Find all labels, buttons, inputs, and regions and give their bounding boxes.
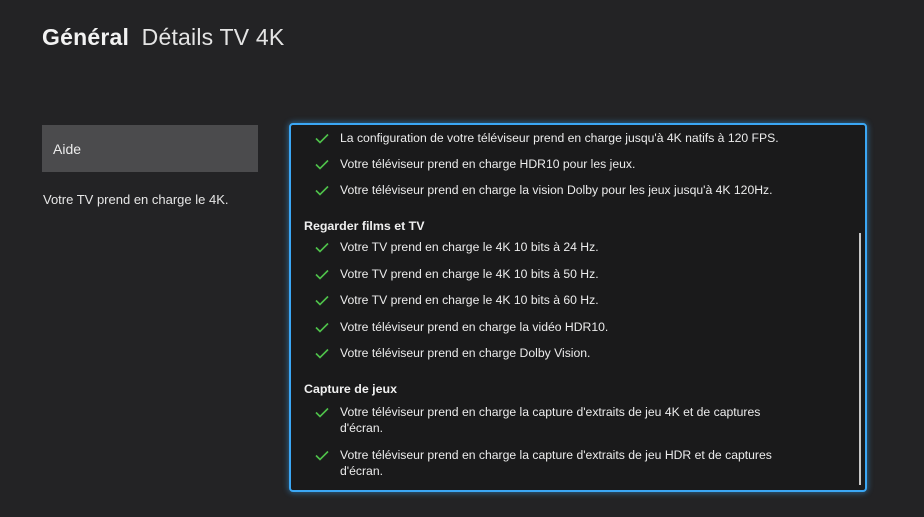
check-icon [315,345,329,361]
details-panel[interactable]: La configuration de votre téléviseur pre… [289,123,867,492]
list-item-text: Votre TV prend en charge le 4K 10 bits à… [340,240,599,254]
list-item-text: Votre téléviseur prend en charge la capt… [340,405,761,435]
check-icon [315,239,329,255]
scrollbar[interactable] [859,233,861,485]
list-item-text: Votre téléviseur prend en charge Dolby V… [340,346,591,360]
list-item: La configuration de votre téléviseur pre… [315,130,805,146]
check-icon [315,404,329,420]
list-item: Votre TV prend en charge le 4K 10 bits à… [315,266,805,282]
section-heading: Capture de jeux [304,382,397,396]
list-item: Votre téléviseur prend en charge la capt… [315,404,805,436]
list-item-text: Votre téléviseur prend en charge HDR10 p… [340,157,636,171]
check-icon [315,130,329,146]
check-icon [315,182,329,198]
list-item-text: La configuration de votre téléviseur pre… [340,131,779,145]
section-title: Général [42,24,130,50]
page-title: Détails TV 4K [141,24,285,50]
list-item-text: Votre téléviseur prend en charge la vidé… [340,320,609,334]
check-icon [315,156,329,172]
page-header: Général Détails TV 4K [42,24,284,51]
list-item-text: Votre téléviseur prend en charge la visi… [340,183,773,197]
check-icon [315,319,329,335]
help-button[interactable]: Aide [42,125,258,172]
check-icon [315,447,329,463]
tv-support-description: Votre TV prend en charge le 4K. [43,192,229,207]
list-item: Votre téléviseur prend en charge la vidé… [315,319,805,335]
check-icon [315,292,329,308]
section-heading: Regarder films et TV [304,219,425,233]
list-item: Votre TV prend en charge le 4K 10 bits à… [315,239,805,255]
list-item: Votre téléviseur prend en charge la visi… [315,182,805,198]
list-item: Votre téléviseur prend en charge HDR10 p… [315,156,805,172]
list-item: Votre téléviseur prend en charge la capt… [315,447,805,479]
list-item-text: Votre TV prend en charge le 4K 10 bits à… [340,267,599,281]
list-item-text: Votre TV prend en charge le 4K 10 bits à… [340,293,599,307]
help-button-label: Aide [53,140,82,157]
check-icon [315,266,329,282]
list-item: Votre téléviseur prend en charge Dolby V… [315,345,805,361]
list-item-text: Votre téléviseur prend en charge la capt… [340,448,772,478]
list-item: Votre TV prend en charge le 4K 10 bits à… [315,292,805,308]
